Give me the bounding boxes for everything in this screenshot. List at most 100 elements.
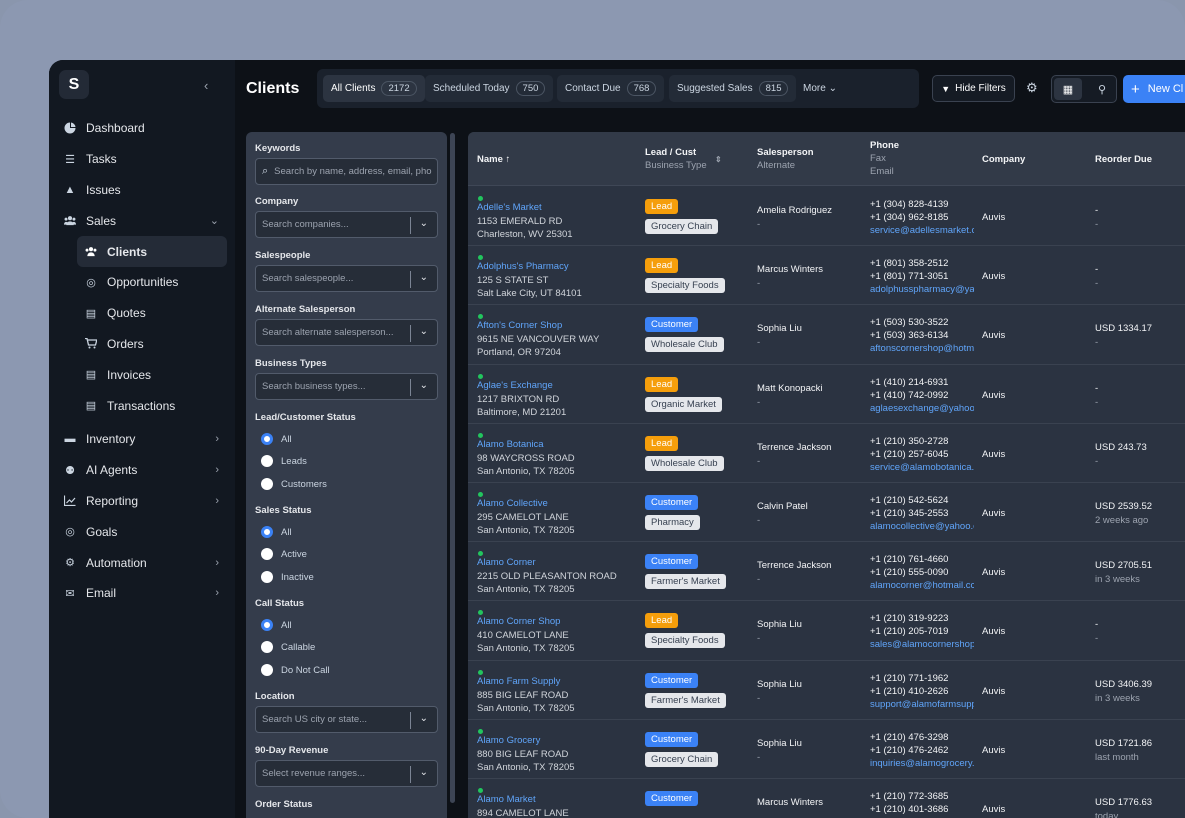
table-row[interactable]: Alamo Corner 2215 OLD PLEASANTON ROAD San … (468, 542, 1185, 602)
col-label: Name ↑ (477, 154, 511, 165)
sidebar-item-email[interactable]: ✉ Email › (49, 578, 235, 609)
tab-scheduled-today[interactable]: Scheduled Today 750 (425, 75, 554, 102)
fax: +1 (210) 401-3686 (870, 804, 949, 815)
table-row[interactable]: Alamo Market 894 CAMELOT LANE Customer Marc… (468, 779, 1185, 818)
sidebar-item-invoices[interactable]: ▤ Invoices (49, 359, 235, 390)
tab-all-clients[interactable]: All Clients 2172 (323, 75, 425, 102)
col-company-header[interactable]: Company (982, 153, 1025, 166)
email-link[interactable]: adolphusspharmacy@ya (870, 284, 974, 295)
sidebar-item-inventory[interactable]: ▬ Inventory › (49, 424, 235, 455)
chevron-right-icon: › (215, 464, 219, 477)
revenue-select[interactable]: Select revenue ranges... ⌄ (255, 760, 438, 787)
more-tabs-button[interactable]: More ⌄ (803, 83, 837, 94)
email-link[interactable]: support@alamofarmsupp (870, 699, 974, 710)
reorder-amount: USD 2539.52 (1095, 501, 1153, 512)
sidebar-item-automation[interactable]: ⚙ Automation › (49, 547, 235, 578)
client-name-link[interactable]: Adolphus's Pharmacy (477, 261, 569, 272)
email-link[interactable]: alamocollective@yahoo.c (870, 521, 974, 532)
client-name-link[interactable]: Alamo Market (477, 794, 536, 805)
sidebar-item-reporting[interactable]: Reporting › (49, 486, 235, 517)
client-name-link[interactable]: Aglae's Exchange (477, 380, 553, 391)
client-name-link[interactable]: Adelle's Market (477, 202, 542, 213)
email-link[interactable]: aftonscornershop@hotm (870, 343, 974, 354)
salespeople-select[interactable]: Search salespeople... ⌄ (255, 265, 438, 292)
gear-icon[interactable]: ⚙ (1026, 80, 1038, 96)
sidebar-item-clients[interactable]: Clients (77, 236, 227, 267)
alternate-salesperson: - (757, 692, 761, 704)
table-row[interactable]: Adolphus's Pharmacy 125 S STATE ST Salt La… (468, 246, 1185, 306)
company: Auvis (982, 685, 1006, 697)
table-row[interactable]: Afton's Corner Shop 9615 NE VANCOUVER WAY… (468, 305, 1185, 365)
email-link[interactable]: aglaesexchange@yahoo. (870, 403, 974, 414)
table-row[interactable]: Adelle's Market 1153 EMERALD RD Charleston… (468, 187, 1185, 247)
alternate-salesperson: - (757, 633, 761, 645)
table-view-icon[interactable]: ▦ (1054, 78, 1082, 100)
reorder-amount: - (1095, 619, 1099, 631)
col-name-header[interactable]: Name ↑ (477, 153, 510, 166)
salesperson: Sophia Liu (757, 678, 802, 690)
client-name-link[interactable]: Alamo Corner Shop (477, 616, 560, 627)
map-pin-icon[interactable]: ⚲ (1088, 78, 1116, 100)
email-link[interactable]: service@alamobotanica. (870, 462, 974, 473)
sidebar-item-goals[interactable]: ◎ Goals (49, 516, 235, 547)
sidebar-item-orders[interactable]: Orders (49, 329, 235, 360)
email-link[interactable]: service@adellesmarket.c (870, 225, 974, 236)
email-link[interactable]: alamocorner@hotmail.cc (870, 580, 974, 591)
business-types-select[interactable]: Search business types... ⌄ (255, 373, 438, 400)
new-client-button[interactable]: + New Cl (1123, 75, 1185, 103)
col-phone-header[interactable]: Phone Fax Email (870, 139, 899, 178)
hide-filters-label: Hide Filters (955, 83, 1006, 94)
sidebar-item-opportunities[interactable]: ◎ Opportunities (49, 267, 235, 298)
tab-contact-due[interactable]: Contact Due 768 (557, 75, 665, 102)
email-link[interactable]: sales@alamocornershop (870, 639, 974, 650)
company-select[interactable]: Search companies... ⌄ (255, 211, 438, 238)
table-row[interactable]: Alamo Corner Shop 410 CAMELOT LANE San Ant… (468, 601, 1185, 661)
sidebar-item-label: Automation (86, 555, 147, 570)
sidebar-item-sales[interactable]: Sales ⌄ (49, 205, 235, 236)
col-reorder-header[interactable]: Reorder Due (1095, 153, 1152, 166)
tab-suggested-sales[interactable]: Suggested Sales 815 (669, 75, 797, 102)
client-name-link[interactable]: Alamo Corner (477, 557, 536, 568)
radio-cs-do-not-call[interactable]: Do Not Call (261, 664, 330, 676)
alternate-salesperson: - (757, 278, 761, 290)
reorder-relative: - (1095, 219, 1099, 230)
col-salesperson-header[interactable]: Salesperson Alternate (757, 146, 814, 172)
sidebar-item-issues[interactable]: ▲ Issues (49, 175, 235, 206)
keywords-input[interactable]: ⌕ Search by name, address, email, pho (255, 158, 438, 185)
client-name-link[interactable]: Alamo Collective (477, 498, 548, 509)
radio-ss-all[interactable]: All (261, 526, 292, 538)
client-name-link[interactable]: Alamo Grocery (477, 735, 540, 746)
client-name-link[interactable]: Alamo Botanica (477, 439, 544, 450)
radio-cs-callable[interactable]: Callable (261, 641, 315, 653)
table-row[interactable]: Aglae's Exchange 1217 BRIXTON RD Baltimore… (468, 365, 1185, 424)
salesperson: Matt Konopacki (757, 382, 823, 394)
radio-lc-all[interactable]: All (261, 433, 292, 445)
sort-icon[interactable]: ⇕ (715, 153, 722, 166)
radio-lc-leads[interactable]: Leads (261, 455, 307, 467)
sidebar-item-tasks[interactable]: ☰ Tasks (49, 144, 235, 175)
table-row[interactable]: Alamo Grocery 880 BIG LEAF ROAD San Antoni… (468, 720, 1185, 779)
location-select[interactable]: Search US city or state... ⌄ (255, 706, 438, 733)
col-lead-header[interactable]: Lead / Cust Business Type (645, 146, 707, 172)
hide-filters-button[interactable]: ▼ Hide Filters (932, 75, 1015, 102)
sidebar-item-quotes[interactable]: ▤ Quotes (49, 298, 235, 329)
table-row[interactable]: Alamo Collective 295 CAMELOT LANE San Anto… (468, 483, 1185, 543)
filters-scrollbar[interactable] (450, 133, 455, 803)
table-row[interactable]: Alamo Farm Supply 885 BIG LEAF ROAD San An… (468, 661, 1185, 720)
email-link[interactable]: inquiries@alamogrocery. (870, 758, 974, 769)
sidebar-item-dashboard[interactable]: Dashboard (49, 113, 235, 144)
radio-lc-customers[interactable]: Customers (261, 478, 327, 490)
sidebar-item-transactions[interactable]: ▤ Transactions (49, 390, 235, 421)
radio-ss-active[interactable]: Active (261, 548, 307, 560)
radio-ss-inactive[interactable]: Inactive (261, 571, 314, 583)
sidebar-item-ai-agents[interactable]: ⚉ AI Agents › (49, 455, 235, 486)
sidebar-item-label: Clients (107, 244, 148, 259)
client-name-link[interactable]: Alamo Farm Supply (477, 676, 560, 687)
table-row[interactable]: Alamo Botanica 98 WAYCROSS ROAD San Antoni… (468, 424, 1185, 483)
collapse-sidebar-icon[interactable]: ‹ (204, 78, 208, 93)
client-name-link[interactable]: Afton's Corner Shop (477, 320, 562, 331)
business-type-badge: Grocery Chain (645, 751, 719, 767)
app-logo[interactable]: S (59, 70, 89, 99)
radio-cs-all[interactable]: All (261, 619, 292, 631)
alternate-salesperson-select[interactable]: Search alternate salesperson... ⌄ (255, 319, 438, 346)
